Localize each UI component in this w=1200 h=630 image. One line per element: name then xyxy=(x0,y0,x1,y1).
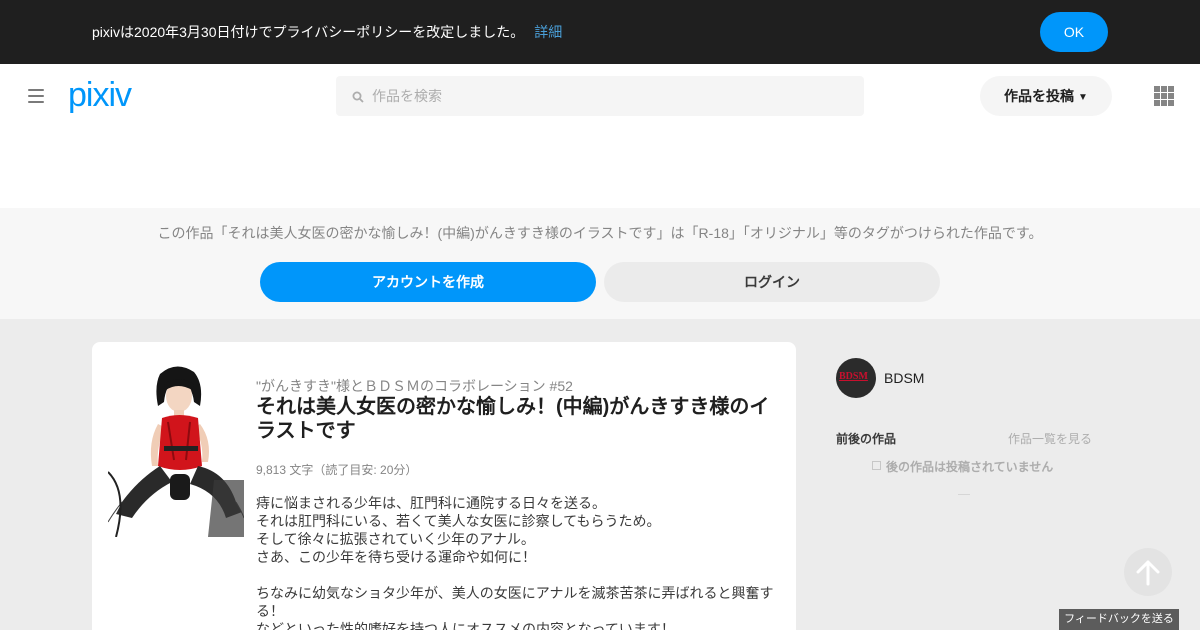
divider xyxy=(958,494,970,495)
menu-icon[interactable] xyxy=(28,89,44,103)
notice-ok-button[interactable]: OK xyxy=(1040,12,1108,52)
novel-title[interactable]: それは美人女医の密かな愉しみ！(中編)がんきすき様のイラストです xyxy=(256,395,782,443)
tag-notice-text: この作品「それは美人女医の密かな愉しみ！(中編)がんきすき様のイラストです」は「… xyxy=(157,225,1043,241)
post-work-button[interactable]: 作品を投稿 ▼ xyxy=(980,76,1112,116)
create-account-button[interactable]: アカウントを作成 xyxy=(260,262,596,302)
privacy-notice-message: pixivは2020年3月30日付けでプライバシーポリシーを改定しました。 xyxy=(92,24,525,40)
author-avatar-text: BDSM xyxy=(839,371,868,382)
site-header: pixiv 作品を投稿▼ xyxy=(0,64,1200,208)
chevron-down-icon: ▼ xyxy=(1078,92,1088,103)
privacy-details-link[interactable]: 詳細 xyxy=(534,24,562,40)
signup-prompt-band: この作品「それは美人女医の密かな愉しみ！(中編)がんきすき様のイラストです」は「… xyxy=(0,208,1200,319)
pixiv-logo[interactable]: pixiv xyxy=(68,76,132,115)
author-name[interactable]: BDSM xyxy=(884,370,924,386)
post-work-label: 作品を投稿 xyxy=(1004,88,1075,104)
novel-series-link[interactable]: "がんきすき"様とＢＤＳＭのコラボレーション #52 xyxy=(256,376,573,396)
arrow-up-icon xyxy=(1136,560,1160,586)
author-avatar[interactable]: BDSM xyxy=(836,358,876,398)
services-grid-icon[interactable] xyxy=(1154,86,1174,106)
view-all-works-link[interactable]: 作品一覧を見る xyxy=(1008,430,1092,447)
search-input[interactable] xyxy=(372,86,852,106)
novel-cover-image[interactable] xyxy=(108,362,244,537)
novel-word-count: 9,813 文字（読了目安: 20分） xyxy=(256,463,418,477)
search-icon xyxy=(352,91,364,103)
privacy-notice-text: pixivは2020年3月30日付けでプライバシーポリシーを改定しました。 詳細 xyxy=(92,23,562,41)
privacy-notice-bar: pixivは2020年3月30日付けでプライバシーポリシーを改定しました。 詳細 … xyxy=(0,0,1200,64)
no-next-work-text: 後の作品は投稿されていません xyxy=(886,460,1054,474)
adjacent-works-heading: 前後の作品 xyxy=(836,432,897,446)
login-button[interactable]: ログイン xyxy=(604,262,940,302)
document-icon xyxy=(872,461,881,470)
scroll-to-top-button[interactable] xyxy=(1124,548,1172,596)
novel-description: 痔に悩まされる少年は、肛門科に通院する日々を送る。 それは肛門科にいる、若くて美… xyxy=(256,495,774,630)
feedback-button[interactable]: フィードバックを送る xyxy=(1059,609,1179,630)
novel-card: "がんきすき"様とＢＤＳＭのコラボレーション #52 それは美人女医の密かな愉し… xyxy=(92,342,796,630)
